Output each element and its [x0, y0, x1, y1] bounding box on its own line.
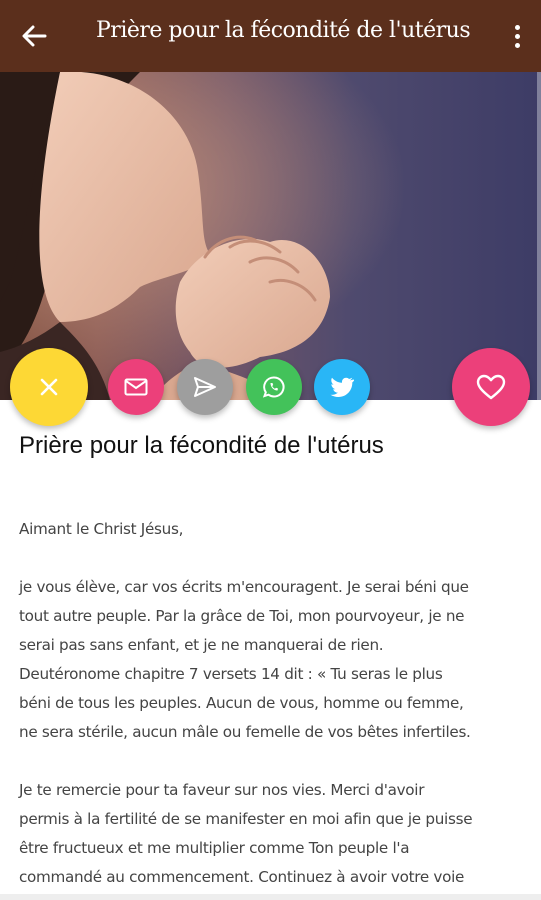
twitter-icon: [330, 377, 354, 397]
whatsapp-icon: [262, 376, 285, 398]
app-bar-title: Prière pour la fécondité de l'utérus: [96, 18, 471, 43]
whatsapp-share-button[interactable]: [246, 359, 302, 415]
heart-icon: [476, 374, 506, 400]
article-body: Aimant le Christ Jésus, je vous élève, c…: [19, 515, 524, 900]
share-actions: [0, 345, 541, 435]
text-line: tout autre peuple. Par la grâce de Toi, …: [19, 607, 465, 625]
article-content: Prière pour la fécondité de l'utérus Aim…: [0, 400, 541, 900]
back-button[interactable]: [18, 20, 50, 52]
text-line: permis à la fertilité de se manifester e…: [19, 810, 473, 828]
send-share-button[interactable]: [177, 359, 233, 415]
text-line: je vous élève, car vos écrits m'encourag…: [19, 578, 469, 596]
favorite-button[interactable]: [452, 348, 530, 426]
arrow-left-icon: [22, 25, 47, 47]
paragraph: Je te remercie pour ta faveur sur nos vi…: [19, 776, 524, 892]
text-line: Je te remercie pour ta faveur sur nos vi…: [19, 781, 425, 799]
text-line: Aimant le Christ Jésus,: [19, 520, 184, 538]
text-line: béni de tous les peuples. Aucun de vous,…: [19, 694, 464, 712]
send-icon: [194, 377, 216, 397]
text-line: ne sera stérile, aucun mâle ou femelle d…: [19, 723, 471, 741]
more-options-button[interactable]: [507, 20, 527, 52]
text-line: commandé au commencement. Continuez à av…: [19, 868, 465, 886]
article-title: Prière pour la fécondité de l'utérus: [19, 432, 384, 459]
close-icon: [40, 378, 58, 396]
twitter-share-button[interactable]: [314, 359, 370, 415]
mail-share-button[interactable]: [108, 359, 164, 415]
paragraph: Aimant le Christ Jésus,: [19, 515, 524, 544]
mail-icon: [124, 378, 148, 396]
app-bar: Prière pour la fécondité de l'utérus: [0, 0, 541, 72]
text-line: serai pas sans enfant, et je ne manquera…: [19, 636, 384, 654]
text-line: être fructueux et me multiplier comme To…: [19, 839, 410, 857]
bottom-edge: [0, 894, 541, 900]
paragraph: je vous élève, car vos écrits m'encourag…: [19, 573, 524, 747]
text-line: Deutéronome chapitre 7 versets 14 dit : …: [19, 665, 443, 683]
more-vert-icon: [514, 24, 520, 30]
close-button[interactable]: [10, 348, 88, 426]
